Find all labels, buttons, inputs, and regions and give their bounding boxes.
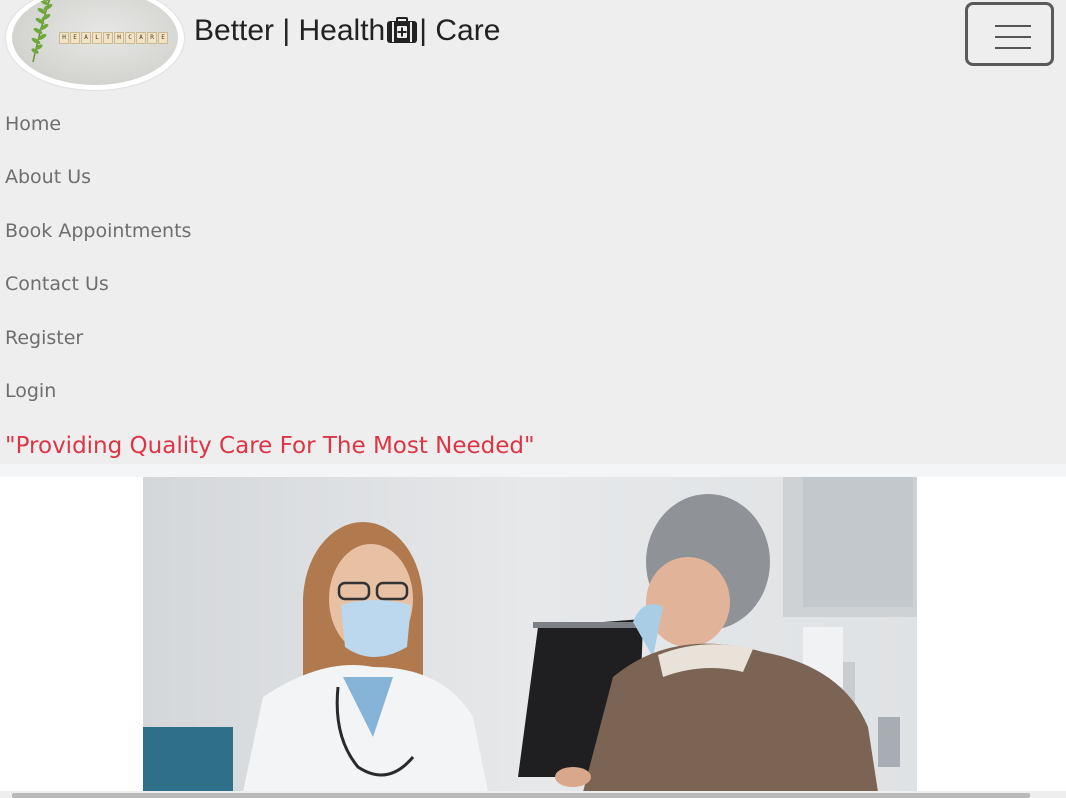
logo-letter-tile: C: [125, 32, 135, 44]
navbar-toggler-button[interactable]: [965, 2, 1054, 66]
healthcare-logo[interactable]: HEALTHCARE: [6, 0, 184, 90]
tagline: "Providing Quality Care For The Most Nee…: [5, 433, 535, 459]
horizontal-scrollbar[interactable]: [0, 791, 1066, 798]
brand-text-right: | Care: [419, 14, 501, 47]
section-divider: [0, 464, 1066, 477]
medical-kit-icon: [387, 17, 418, 43]
nav-link-contact-us[interactable]: Contact Us: [5, 270, 191, 323]
hero-illustration: [143, 477, 917, 792]
nav-link-home[interactable]: Home: [5, 110, 191, 163]
logo-letter-tile: E: [158, 32, 168, 44]
logo-letter-tile: H: [114, 32, 124, 44]
logo-letter-tile: A: [136, 32, 146, 44]
logo-letter-tile: R: [147, 32, 157, 44]
brand-text-left: Better | Health: [194, 14, 386, 47]
logo-letter-tiles: HEALTHCARE: [59, 32, 168, 44]
logo-letter-tile: E: [70, 32, 80, 44]
logo-letter-tile: H: [59, 32, 69, 44]
nav-link-login[interactable]: Login: [5, 377, 191, 430]
logo-image: HEALTHCARE: [12, 0, 178, 85]
fern-leaf-icon: [31, 0, 54, 63]
nav-link-about-us[interactable]: About Us: [5, 163, 191, 216]
navbar-brand[interactable]: Better | Health | Care: [194, 14, 500, 48]
nav-link-register[interactable]: Register: [5, 324, 191, 377]
navbar: HEALTHCARE Better | Health | Care Home A…: [0, 0, 1066, 464]
logo-letter-tile: T: [103, 32, 113, 44]
scrollbar-thumb[interactable]: [12, 793, 1030, 798]
hero-image-doctor-consultation: [143, 477, 917, 792]
logo-letter-tile: L: [92, 32, 102, 44]
nav-menu: Home About Us Book Appointments Contact …: [5, 110, 191, 430]
nav-link-book-appointments[interactable]: Book Appointments: [5, 217, 191, 270]
logo-letter-tile: A: [81, 32, 91, 44]
